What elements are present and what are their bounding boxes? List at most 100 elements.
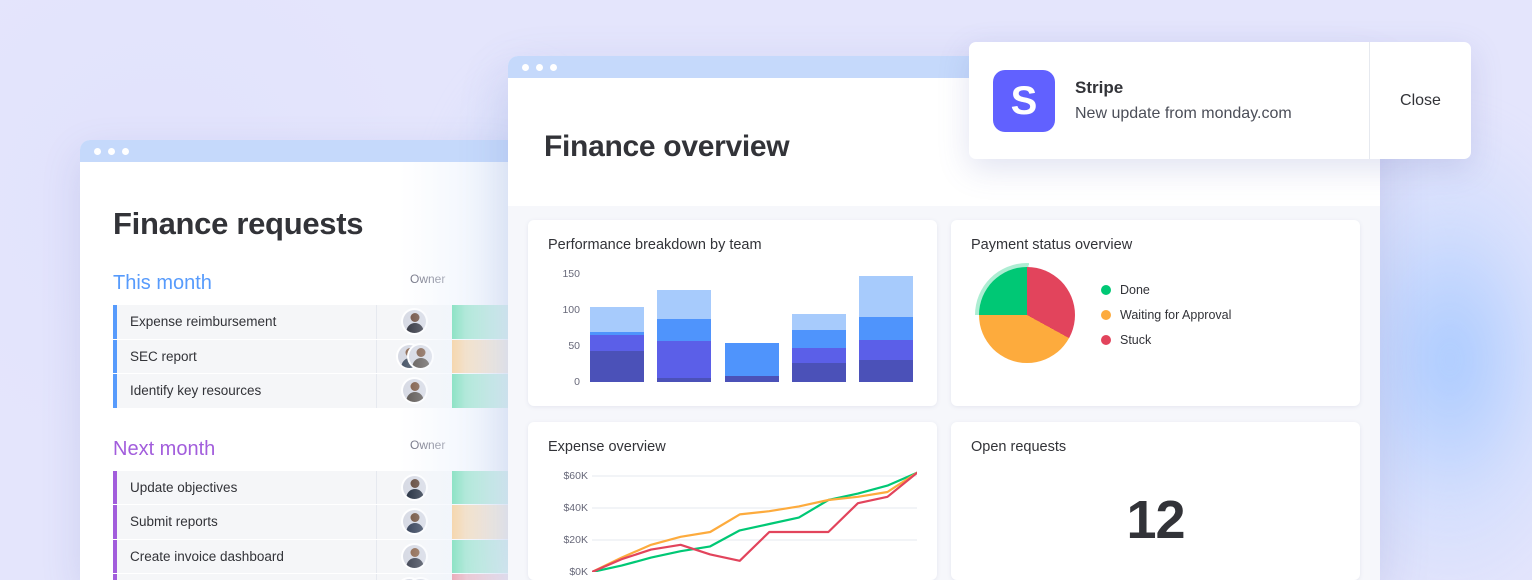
legend-label: Waiting for Approval [1120, 308, 1232, 322]
line-chart: $0K $20K $40K $60K [548, 468, 917, 578]
group-header: This month Owner [113, 272, 520, 295]
legend-item[interactable]: Done [1101, 283, 1231, 297]
bar-chart-segment [791, 313, 846, 331]
column-header-owner: Owner [410, 437, 446, 452]
legend-item[interactable]: Waiting for Approval [1101, 308, 1231, 322]
table-row[interactable]: Identify key resources [113, 374, 520, 408]
legend-color-dot [1101, 335, 1111, 345]
window-dot-maximize-icon[interactable] [122, 147, 129, 155]
table-row[interactable]: Payment reminders [113, 574, 520, 580]
bar-chart-tick: 50 [568, 340, 580, 353]
card-open-requests: Open requests 12 [951, 422, 1360, 580]
close-button[interactable]: Close [1400, 92, 1441, 110]
legend-item[interactable]: Stuck [1101, 333, 1231, 347]
row-owner-cell[interactable] [376, 505, 452, 539]
open-requests-value: 12 [1126, 490, 1185, 550]
bar-chart: 0 50 100 150 [548, 267, 917, 388]
bar-chart-bar[interactable] [657, 290, 712, 382]
row-owner-cell[interactable] [376, 574, 452, 580]
bar-chart-segment [590, 335, 644, 352]
line-series [592, 473, 917, 572]
bar-chart-segment [791, 362, 846, 382]
row-owner-cell[interactable] [376, 305, 452, 339]
bar-chart-segment [724, 376, 779, 382]
bar-chart-segment [791, 347, 846, 363]
pie-slices[interactable] [979, 267, 1075, 363]
bar-chart-segment [590, 351, 644, 382]
card-performance-breakdown: Performance breakdown by team 0 50 100 150 [528, 220, 937, 406]
row-name: SEC report [130, 348, 197, 364]
toast-close-area[interactable]: Close [1369, 42, 1471, 159]
avatar [403, 544, 426, 568]
bar-chart-segment [791, 330, 846, 348]
row-color-bar [113, 574, 117, 580]
card-title: Payment status overview [971, 237, 1133, 253]
bar-chart-tick: 150 [562, 268, 580, 281]
avatar [403, 510, 426, 534]
row-name: Submit reports [130, 514, 218, 530]
card-expense-overview: Expense overview $0K $20K $40K $60K [528, 422, 937, 580]
group-rows: Update objectives Submit reports Create … [113, 470, 520, 580]
group-title-next-month[interactable]: Next month [113, 438, 215, 461]
pie-chart-legend: Done Waiting for Approval Stuck [1101, 283, 1231, 347]
row-owner-cell[interactable] [376, 539, 452, 573]
group-rows: Expense reimbursement SEC report Identif… [113, 305, 520, 408]
bar-chart-y-axis: 0 50 100 150 [548, 267, 580, 388]
page-title: Finance requests [113, 206, 364, 241]
line-chart-tick: $20K [563, 534, 588, 546]
table-row[interactable]: Update objectives [113, 470, 520, 504]
avatar [403, 310, 426, 334]
legend-color-dot [1101, 310, 1111, 320]
bar-chart-segment [657, 290, 712, 319]
line-chart-tick: $40K [563, 502, 588, 514]
bar-chart-tick: 0 [574, 376, 580, 388]
bar-chart-segment [657, 341, 712, 379]
window-dot-minimize-icon[interactable] [536, 63, 543, 71]
stripe-logo-icon: S [993, 69, 1055, 132]
notification-toast-stripe[interactable]: S Stripe New update from monday.com Clos… [969, 42, 1471, 159]
line-chart-y-axis: $0K $20K $40K $60K [548, 468, 592, 578]
table-row[interactable]: Expense reimbursement [113, 305, 520, 339]
bar-chart-segment [859, 360, 913, 382]
avatar [403, 475, 426, 499]
row-name: Update objectives [130, 479, 238, 495]
group-this-month: This month Owner Expense reimbursement S… [113, 272, 520, 408]
row-name: Expense reimbursement [130, 314, 277, 330]
legend-color-dot [1101, 285, 1111, 295]
avatar [403, 379, 426, 403]
row-owner-cell[interactable] [376, 374, 452, 408]
row-owner-cell[interactable] [376, 339, 452, 373]
group-header: Next month Owner [113, 438, 520, 461]
avatar-group [398, 344, 432, 368]
table-row[interactable]: SEC report [113, 339, 520, 373]
dashboard-grid: Performance breakdown by team 0 50 100 150 … [508, 206, 1380, 580]
bar-chart-segment [724, 343, 779, 377]
avatar [409, 344, 432, 368]
bar-chart-bar[interactable] [590, 306, 644, 382]
window-dot-close-icon[interactable] [522, 63, 529, 71]
pie-chart [975, 263, 1079, 367]
bar-chart-bar[interactable] [724, 343, 779, 382]
window-dot-maximize-icon[interactable] [550, 63, 557, 71]
row-name: Identify key resources [130, 383, 262, 399]
card-payment-status: Payment status overview Done Waiting for … [951, 220, 1360, 406]
card-title: Performance breakdown by team [548, 237, 762, 253]
card-title: Open requests [971, 439, 1067, 455]
window-dot-close-icon[interactable] [94, 147, 101, 155]
table-row[interactable]: Submit reports [113, 505, 520, 539]
bar-chart-bar[interactable] [791, 313, 846, 382]
finance-requests-body: Finance requests This month Owner Expens… [80, 162, 520, 580]
line-chart-tick: $60K [563, 470, 588, 482]
bar-chart-segment [657, 378, 712, 382]
line-chart-plot [592, 468, 917, 572]
window-dot-minimize-icon[interactable] [108, 147, 115, 155]
toast-subtitle: New update from monday.com [1075, 105, 1292, 122]
row-owner-cell[interactable] [376, 470, 452, 504]
bar-chart-bar[interactable] [859, 275, 913, 382]
pie-chart-wrap: Done Waiting for Approval Stuck [971, 263, 1340, 367]
group-title-this-month[interactable]: This month [113, 272, 212, 295]
line-chart-svg [592, 468, 917, 572]
column-header-owner: Owner [410, 272, 446, 286]
table-row[interactable]: Create invoice dashboard [113, 539, 520, 573]
line-series [592, 473, 917, 572]
